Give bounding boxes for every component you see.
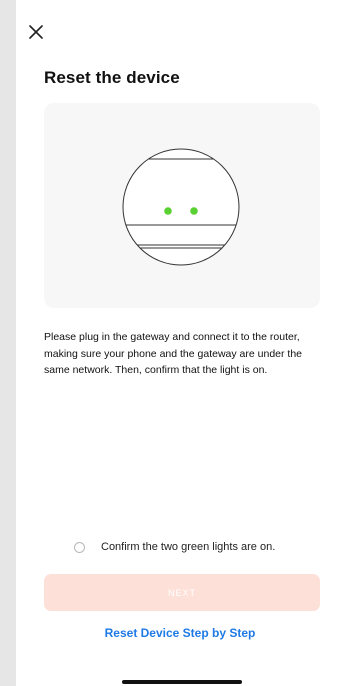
green-light-right — [190, 207, 198, 215]
device-image-card — [44, 103, 320, 308]
green-light-left — [164, 207, 172, 215]
close-button[interactable] — [26, 22, 46, 42]
page-title: Reset the device — [44, 68, 180, 87]
reset-device-screen: Reset the device Please plug in the gate… — [16, 0, 344, 686]
home-indicator — [122, 680, 242, 684]
gateway-device-illustration — [122, 148, 240, 266]
instruction-text: Please plug in the gateway and connect i… — [44, 331, 303, 376]
confirm-lights-option[interactable]: Confirm the two green lights are on. — [74, 539, 275, 555]
next-button[interactable]: NEXT — [44, 574, 320, 611]
reset-device-step-link[interactable]: Reset Device Step by Step — [16, 626, 344, 640]
radio-unchecked-icon[interactable] — [74, 541, 85, 553]
confirm-lights-label: Confirm the two green lights are on. — [101, 541, 276, 553]
close-icon — [29, 25, 43, 39]
